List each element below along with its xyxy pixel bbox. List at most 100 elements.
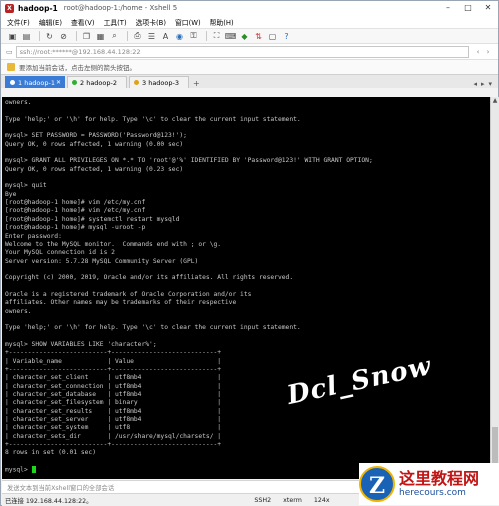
terminal-line: mysql> SHOW VARIABLES LIKE 'character%';: [5, 340, 157, 348]
terminal-line: Copyright (c) 2000, 2019, Oracle and/or …: [5, 274, 294, 282]
compose-placeholder: 发送文本到当前Xshell窗口的全部会话: [7, 484, 115, 492]
terminal-line: 8 rows in set (0.01 sec): [5, 449, 96, 457]
terminal-scrollbar[interactable]: ▲ ▼: [490, 97, 499, 479]
tab-hadoop-3[interactable]: 3 hadoop-3: [129, 76, 189, 88]
paste-icon[interactable]: ▦: [95, 31, 106, 42]
close-icon[interactable]: ✕: [56, 79, 61, 86]
help-icon[interactable]: ?: [281, 31, 292, 42]
menu-tabs[interactable]: 选项卡(B): [136, 17, 166, 27]
status-size: 124x: [313, 496, 330, 504]
scroll-up-icon[interactable]: ▲: [491, 97, 499, 106]
minimize-button[interactable]: –: [438, 1, 458, 15]
bookmark-icon[interactable]: [7, 63, 15, 71]
open-icon[interactable]: ▤: [21, 31, 32, 42]
tab-status-dot: [134, 80, 139, 85]
terminal-line: mysql> quit: [5, 182, 47, 190]
tab-status-dot: [72, 80, 77, 85]
copy-icon[interactable]: ❐: [81, 31, 92, 42]
chevron-right-icon[interactable]: ▸: [481, 80, 485, 88]
terminal-output[interactable]: owners. Type 'help;' or '\h' for help. Ty…: [2, 97, 490, 479]
lock-icon[interactable]: ⚿: [188, 31, 199, 42]
window-subtitle: root@hadoop-1:/home - Xshell 5: [63, 4, 178, 12]
tab-label: 2 hadoop-2: [80, 78, 117, 87]
tab-label: 3 hadoop-3: [142, 78, 179, 87]
toolbar-separator: [127, 31, 128, 41]
terminal-line: Oracle is a registered trademark of Orac…: [5, 290, 252, 298]
window-controls: – □ ✕: [438, 1, 498, 15]
fullscreen-icon[interactable]: ⛶: [211, 31, 222, 42]
menu-tools[interactable]: 工具(T): [104, 17, 127, 27]
terminal-line: [root@hadoop-1 home]# vim /etc/my.cnf: [5, 207, 146, 215]
terminal-line: [root@hadoop-1 home]# systemctl restart …: [5, 215, 180, 223]
tab-nav: ◂ ▸ ▾: [469, 80, 498, 88]
font-icon[interactable]: A: [160, 31, 171, 42]
terminal-line: mysql> SET PASSWORD = PASSWORD('Password…: [5, 132, 187, 140]
tab-hadoop-2[interactable]: 2 hadoop-2: [67, 76, 127, 88]
status-connection: 已连接 192.168.44.128:22。: [5, 497, 93, 505]
print-icon[interactable]: ⎙: [132, 31, 143, 42]
tab-bar: 1 hadoop-1 ✕ 2 hadoop-2 3 hadoop-3 + ◂ ▸…: [1, 74, 498, 88]
address-nav: ‹ ›: [473, 48, 493, 56]
app-icon: X: [5, 3, 14, 13]
terminal-line: | character_set_database | utf8mb4 |: [5, 391, 222, 399]
site-logo: Z 这里教程网 herecours.com: [359, 463, 499, 505]
add-tab-button[interactable]: +: [193, 79, 203, 88]
color-icon[interactable]: ◉: [174, 31, 185, 42]
terminal-cursor: [31, 466, 36, 474]
menu-help[interactable]: 帮助(H): [210, 17, 234, 27]
logo-title: 这里教程网: [399, 468, 480, 488]
tab-status-dot: [10, 80, 15, 85]
menu-bar: 文件(F) 编辑(E) 查看(V) 工具(T) 选项卡(B) 窗口(W) 帮助(…: [1, 15, 498, 28]
tab-hadoop-1[interactable]: 1 hadoop-1 ✕: [5, 76, 65, 88]
menu-window[interactable]: 窗口(W): [175, 17, 201, 27]
address-bar: ▭ ssh://root:******@192.168.44.128:22 ‹ …: [1, 43, 498, 59]
keyboard-icon[interactable]: ⌨: [225, 31, 237, 42]
terminal-line: affiliates. Other names may be trademark…: [5, 299, 237, 307]
title-bar: X hadoop-1 root@hadoop-1:/home - Xshell …: [1, 1, 498, 15]
terminal-line: [root@hadoop-1 home]# mysql -uroot -p: [5, 224, 146, 232]
terminal-line: Welcome to the MySQL monitor. Commands e…: [5, 240, 222, 248]
terminal-line: Enter password:: [5, 232, 62, 240]
logo-url: herecours.com: [399, 487, 466, 498]
transfer-icon[interactable]: ⇅: [253, 31, 264, 42]
address-history-icon[interactable]: ▭: [6, 48, 13, 56]
tab-menu-icon[interactable]: ▾: [488, 80, 492, 88]
address-input[interactable]: ssh://root:******@192.168.44.128:22: [15, 45, 469, 58]
menu-file[interactable]: 文件(F): [7, 17, 30, 27]
menu-edit[interactable]: 编辑(E): [39, 17, 62, 27]
session-hint-bar: 要添加当前会话，点击左侧的箭头按钮。: [1, 59, 498, 74]
terminal-line: | character_set_server | utf8mb4 |: [5, 416, 222, 424]
menu-view[interactable]: 查看(V): [71, 17, 95, 27]
toolbar-separator: [39, 31, 40, 41]
session-hint-text: 要添加当前会话，点击左侧的箭头按钮。: [19, 64, 136, 72]
properties-icon[interactable]: ☰: [146, 31, 157, 42]
terminal-line: owners.: [5, 99, 32, 106]
terminal-line: mysql> GRANT ALL PRIVILEGES ON *.* TO 'r…: [5, 157, 373, 165]
terminal-line: Query OK, 0 rows affected, 1 warning (0.…: [5, 140, 184, 148]
close-button[interactable]: ✕: [478, 1, 498, 15]
status-protocol: SSH2: [254, 496, 272, 504]
window-title: hadoop-1: [18, 3, 58, 13]
find-icon[interactable]: ⌕: [109, 31, 120, 42]
tab-label: 1 hadoop-1: [18, 78, 55, 87]
toolbar-separator: [76, 31, 77, 41]
maximize-button[interactable]: □: [458, 1, 478, 15]
status-term: xterm: [283, 496, 302, 504]
reconnect-icon[interactable]: ↻: [44, 31, 55, 42]
chevron-left-icon[interactable]: ◂: [473, 80, 477, 88]
new-session-icon[interactable]: ▣: [7, 31, 18, 42]
terminal-line: [root@hadoop-1 home]# vim /etc/my.cnf: [5, 199, 146, 207]
script-icon[interactable]: ▢: [267, 31, 278, 42]
terminal-line: | character_set_filesystem | binary |: [5, 399, 222, 407]
terminal-line: Type 'help;' or '\h' for help. Type '\c'…: [5, 324, 301, 332]
chevron-right-icon[interactable]: ›: [483, 48, 493, 56]
chevron-left-icon[interactable]: ‹: [473, 48, 483, 56]
disconnect-icon[interactable]: ⊘: [58, 31, 69, 42]
xftp-icon[interactable]: ◆: [239, 31, 250, 42]
